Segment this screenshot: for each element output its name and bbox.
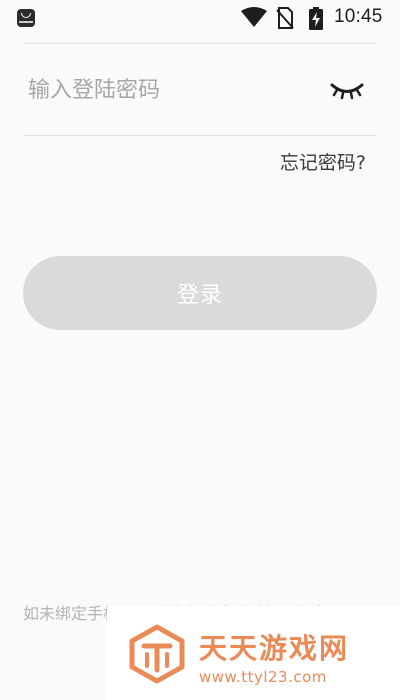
- wifi-icon: [241, 7, 267, 27]
- status-bar: 10:45: [0, 0, 400, 36]
- battery-charging-icon: [309, 7, 323, 30]
- divider-bottom: [23, 135, 377, 136]
- eye-closed-icon[interactable]: [328, 76, 366, 104]
- login-button[interactable]: 登录: [23, 256, 377, 330]
- status-time: 10:45: [334, 6, 383, 27]
- password-input[interactable]: [28, 70, 318, 110]
- login-screen: 10:45 忘记密码? 登录 如未绑定手机号，系统会默认到手机号上来服 天天游戏…: [0, 0, 400, 700]
- watermark-logo-icon: [129, 624, 185, 684]
- watermark-title: 天天游戏网: [199, 632, 350, 665]
- sim-card-blocked-icon: [276, 7, 294, 29]
- watermark: 天天游戏网 www.ttyl23.com: [107, 606, 400, 700]
- watermark-url: www.ttyl23.com: [199, 668, 327, 686]
- divider-top: [23, 43, 377, 44]
- forgot-password-link[interactable]: 忘记密码?: [280, 148, 366, 175]
- app-badge-icon: [17, 9, 35, 27]
